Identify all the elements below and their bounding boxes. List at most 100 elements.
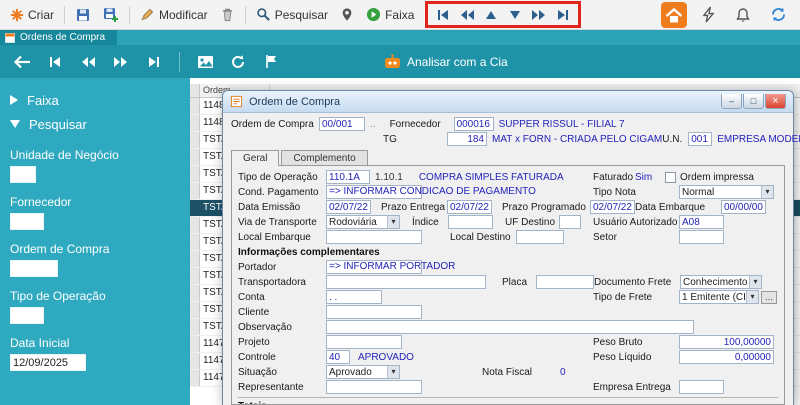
local-embarque-field[interactable] (326, 230, 422, 244)
filter-label: Fornecedor (10, 195, 180, 209)
nav-down-icon (508, 9, 522, 21)
tipo-nota-select[interactable]: Normal (679, 185, 774, 199)
ordem-compra-input[interactable] (10, 260, 58, 277)
tipo-frete-lookup-button[interactable]: ... (761, 291, 777, 304)
notifications-button[interactable] (730, 4, 756, 26)
faixa-button[interactable]: Faixa (361, 4, 419, 25)
tipo-frete-select[interactable]: 1 Emitente (CIF) (679, 290, 759, 304)
record-last-button[interactable] (142, 50, 166, 74)
save-button[interactable] (70, 4, 96, 26)
nav-up-button[interactable] (481, 5, 501, 25)
tab-geral[interactable]: Geral (231, 150, 279, 166)
criar-button[interactable]: Criar (5, 5, 59, 25)
location-button[interactable] (335, 4, 359, 25)
trash-icon (220, 7, 235, 22)
criar-icon (10, 8, 24, 22)
tipo-operacao-field[interactable] (326, 170, 370, 184)
sidebar-section-faixa[interactable]: Faixa (10, 88, 180, 112)
fornecedor-input[interactable] (10, 213, 44, 230)
nav-down-button[interactable] (505, 5, 525, 25)
empresa-entrega-field[interactable] (679, 380, 724, 394)
ordem-compra-field[interactable] (319, 117, 365, 131)
unidade-negocio-input[interactable] (10, 166, 36, 183)
observacao-field[interactable] (326, 320, 694, 334)
conta-field[interactable] (326, 290, 382, 304)
controle-label: Controle (238, 352, 326, 363)
cliente-label: Cliente (238, 307, 326, 318)
record-next-button[interactable] (109, 50, 133, 74)
conta-label: Conta (238, 292, 326, 303)
toolbar-separator (245, 6, 246, 24)
tipo-operacao-filter-input[interactable] (10, 307, 44, 324)
data-embarque-field[interactable] (721, 200, 766, 214)
analisar-label: Analisar com a Cia (407, 55, 508, 69)
tab-complemento[interactable]: Complemento (281, 150, 367, 166)
maximize-button[interactable]: □ (743, 94, 764, 109)
peso-liquido-field[interactable] (679, 350, 774, 364)
sync-button[interactable] (765, 3, 792, 26)
un-field[interactable] (688, 132, 712, 146)
analisar-com-cia-button[interactable]: Analisar com a Cia (384, 54, 508, 69)
back-arrow-icon (13, 55, 31, 69)
fornecedor-field[interactable] (454, 117, 494, 131)
toolbar-separator (179, 52, 180, 72)
nav-prev-button[interactable] (457, 5, 477, 25)
ordem-impressa-checkbox[interactable] (665, 172, 676, 183)
quick-actions-button[interactable] (696, 3, 721, 26)
placa-field[interactable] (536, 275, 594, 289)
cigam-logo-button[interactable] (661, 2, 687, 28)
save-new-button[interactable] (98, 4, 124, 26)
nav-last-button[interactable] (553, 5, 573, 25)
nav-next-button[interactable] (529, 5, 549, 25)
data-emissao-field[interactable] (326, 200, 371, 214)
uf-destino-label: UF Destino (505, 217, 559, 228)
uf-destino-field[interactable] (559, 215, 581, 229)
cliente-field[interactable] (326, 305, 422, 319)
cond-pagamento-field[interactable] (326, 185, 422, 199)
controle-field[interactable] (326, 350, 350, 364)
data-emissao-label: Data Emissão (238, 202, 326, 213)
portador-field[interactable] (326, 260, 422, 274)
filter-fornecedor: Fornecedor (10, 195, 180, 230)
filter-label: Tipo de Operação (10, 289, 180, 303)
ordem-impressa-label: Ordem impressa (680, 172, 754, 183)
back-button[interactable] (10, 50, 34, 74)
modificar-button[interactable]: Modificar (135, 4, 213, 25)
nav-first-icon (435, 8, 451, 22)
window-controls: – □ × (721, 94, 786, 109)
documento-frete-select[interactable]: Conhecimento (680, 275, 762, 289)
pesquisar-button[interactable]: Pesquisar (251, 4, 333, 25)
peso-bruto-field[interactable] (679, 335, 774, 349)
via-transporte-select[interactable]: Rodoviária (326, 215, 400, 229)
record-prev-button[interactable] (76, 50, 100, 74)
usuario-autorizado-field[interactable] (679, 215, 724, 229)
local-destino-field[interactable] (516, 230, 564, 244)
projeto-label: Projeto (238, 337, 326, 348)
local-embarque-label: Local Embarque (238, 232, 326, 243)
ordem-compra-label: Ordem de Compra (231, 119, 319, 130)
data-inicial-input[interactable] (10, 354, 86, 371)
minimize-button[interactable]: – (721, 94, 742, 109)
setor-field[interactable] (679, 230, 724, 244)
dialog-title-bar[interactable]: Ordem de Compra – □ × (223, 91, 793, 113)
tg-field[interactable] (447, 132, 487, 146)
record-first-button[interactable] (43, 50, 67, 74)
refresh-button[interactable] (226, 50, 250, 74)
close-button[interactable]: × (765, 94, 786, 109)
data-embarque-label: Data Embarque (635, 202, 721, 213)
prazo-entrega-field[interactable] (447, 200, 492, 214)
sidebar-section-pesquisar[interactable]: Pesquisar (10, 112, 180, 136)
nav-first-button[interactable] (433, 5, 453, 25)
section-totais: Totais (238, 397, 778, 405)
situacao-select[interactable]: Aprovado (326, 365, 400, 379)
delete-button[interactable] (215, 4, 240, 25)
tab-ordens-de-compra[interactable]: Ordens de Compra (0, 30, 117, 45)
projeto-field[interactable] (326, 335, 402, 349)
indice-field[interactable] (448, 215, 493, 229)
flag-button[interactable] (259, 50, 283, 74)
attachments-button[interactable] (193, 50, 217, 74)
transportadora-field[interactable] (326, 275, 486, 289)
prazo-programado-field[interactable] (590, 200, 635, 214)
combo-value: Rodoviária (329, 217, 377, 228)
representante-field[interactable] (326, 380, 422, 394)
